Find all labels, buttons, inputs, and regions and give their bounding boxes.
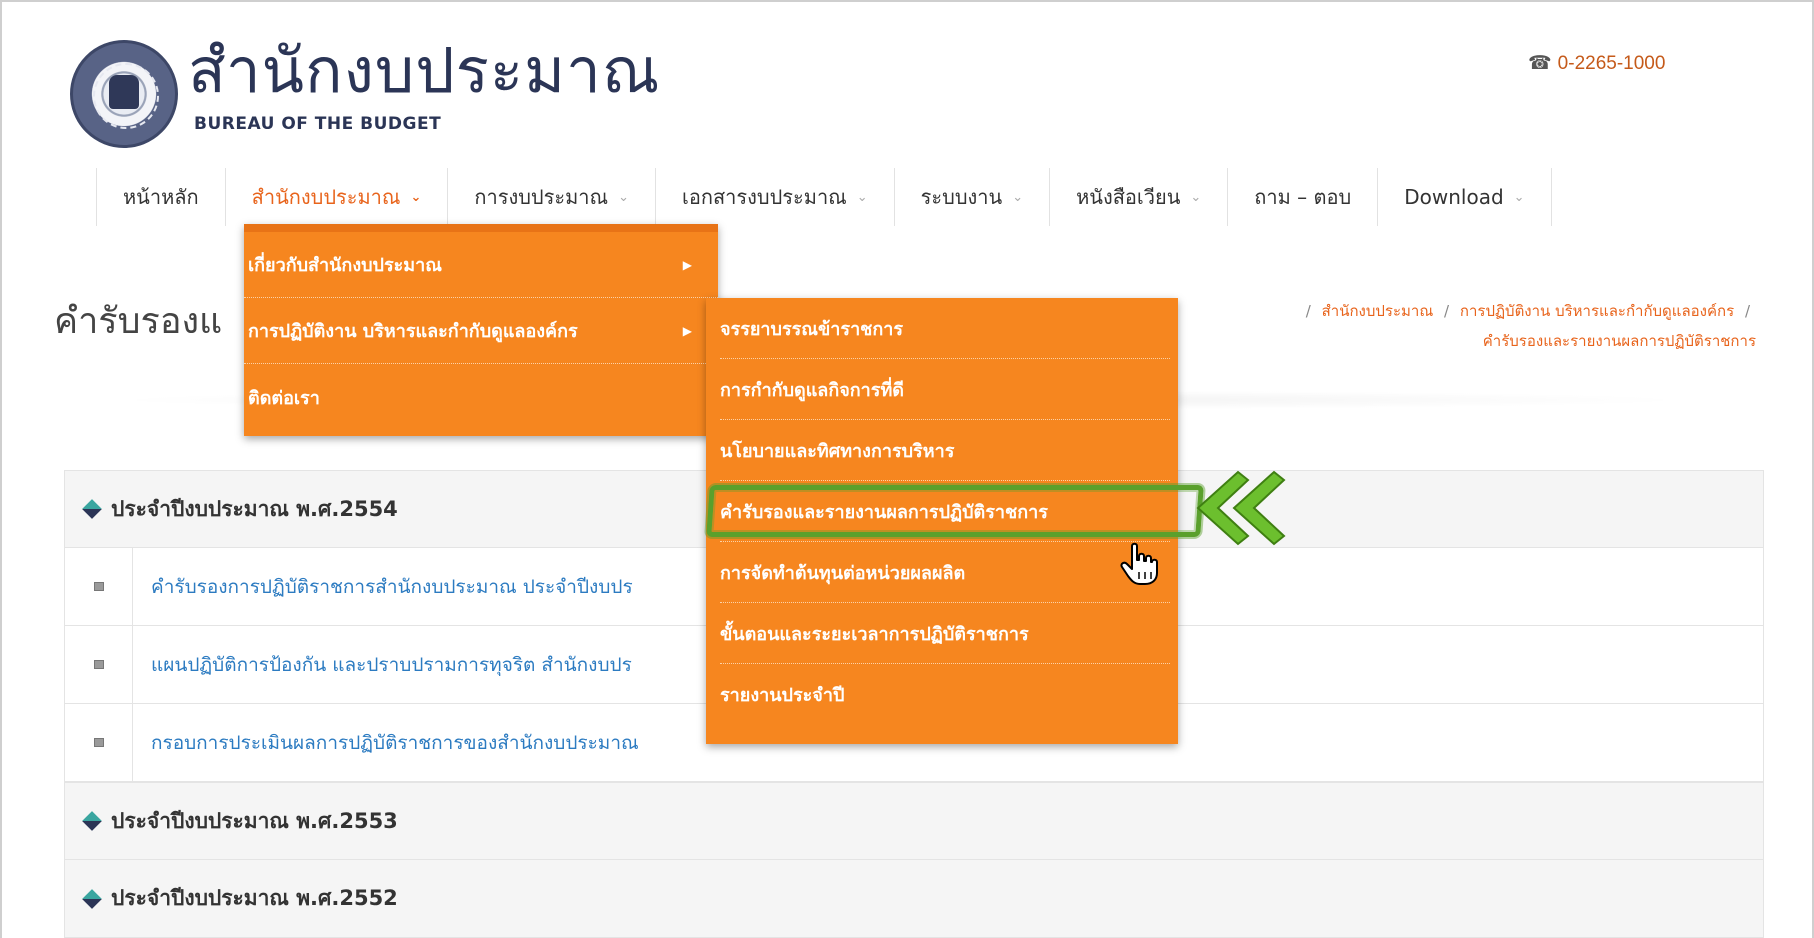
nav-item-bureau[interactable]: สำนักงบประมาณ ⌄ bbox=[226, 168, 449, 226]
diamond-icon bbox=[82, 499, 102, 519]
nav-item-label: หน้าหลัก bbox=[123, 185, 199, 209]
logo-title-thai[interactable]: สำนักงบประมาณ bbox=[188, 40, 660, 102]
submenu-item-code-of-ethics[interactable]: จรรยาบรรณข้าราชการ bbox=[720, 298, 1170, 359]
submenu-item-procedures-timeline[interactable]: ขั้นตอนและระยะเวลาการปฏิบัติราชการ bbox=[720, 603, 1170, 664]
breadcrumb-item-bureau[interactable]: สำนักงบประมาณ bbox=[1322, 302, 1434, 320]
nav-item-label: การงบประมาณ bbox=[474, 185, 609, 209]
phone-number: 0-2265-1000 bbox=[1557, 53, 1666, 74]
bureau-seal-logo[interactable] bbox=[70, 40, 178, 148]
nav-item-budgeting[interactable]: การงบประมาณ ⌄ bbox=[448, 168, 656, 226]
menu-item-label: เกี่ยวกับสำนักงบประมาณ bbox=[248, 255, 442, 276]
menu-item-label: นโยบายและทิศทางการบริหาร bbox=[720, 440, 955, 462]
document-link[interactable]: คำรับรองการปฏิบัติราชการสำนักงบประมาณ ปร… bbox=[133, 572, 633, 602]
bureau-dropdown-menu: เกี่ยวกับสำนักงบประมาณ ▶ การปฏิบัติงาน บ… bbox=[244, 224, 718, 436]
submenu-item-unit-cost[interactable]: การจัดทำต้นทุนต่อหน่วยผลผลิต bbox=[720, 542, 1170, 603]
menu-item-about-bureau[interactable]: เกี่ยวกับสำนักงบประมาณ ▶ bbox=[244, 232, 718, 298]
submenu-item-management-policy[interactable]: นโยบายและทิศทางการบริหาร bbox=[720, 420, 1170, 481]
nav-item-faq[interactable]: ถาม – ตอบ bbox=[1228, 168, 1379, 226]
nav-item-label: สำนักงบประมาณ bbox=[251, 185, 401, 209]
double-chevron-left-annotation-icon bbox=[1196, 470, 1286, 546]
nav-item-label: เอกสารงบประมาณ bbox=[681, 185, 847, 209]
chevron-down-icon: ⌄ bbox=[1190, 189, 1202, 205]
menu-item-label: จรรยาบรรณข้าราชการ bbox=[720, 318, 904, 340]
year-heading-label: ประจำปีงบประมาณ พ.ศ.2553 bbox=[111, 808, 398, 833]
document-link[interactable]: แผนปฏิบัติการป้องกัน และปราบปรามการทุจริ… bbox=[133, 650, 632, 680]
caret-right-icon: ▶ bbox=[682, 323, 692, 338]
menu-item-governance[interactable]: การปฏิบัติงาน บริหารและกำกับดูแลองค์กร ▶ bbox=[244, 298, 718, 364]
page-title: คำรับรองแ bbox=[54, 301, 223, 342]
submenu-item-performance-report[interactable]: คำรับรองและรายงานผลการปฏิบัติราชการ bbox=[720, 481, 1170, 542]
nav-item-systems[interactable]: ระบบงาน ⌄ bbox=[895, 168, 1051, 226]
year-heading-label: ประจำปีงบประมาณ พ.ศ.2554 bbox=[111, 496, 398, 521]
breadcrumb-item-current: คำรับรองและรายงานผลการปฏิบัติราชการ bbox=[1482, 332, 1756, 350]
nav-item-download[interactable]: Download ⌄ bbox=[1378, 168, 1552, 226]
breadcrumb-separator: / bbox=[1444, 302, 1450, 320]
diamond-icon bbox=[82, 888, 102, 909]
nav-item-circulars[interactable]: หนังสือเวียน ⌄ bbox=[1050, 168, 1229, 226]
governance-submenu: จรรยาบรรณข้าราชการ การกำกับดูแลกิจการที่… bbox=[706, 298, 1178, 744]
menu-item-label: การกำกับดูแลกิจการที่ดี bbox=[720, 379, 904, 401]
hand-pointer-cursor-icon bbox=[1120, 542, 1158, 585]
document-bullet-icon bbox=[93, 582, 104, 591]
year-heading-2553[interactable]: ประจำปีงบประมาณ พ.ศ.2553 bbox=[64, 782, 1764, 860]
menu-item-contact[interactable]: ติดต่อเรา bbox=[244, 364, 718, 430]
menu-item-label: การปฏิบัติงาน บริหารและกำกับดูแลองค์กร bbox=[248, 321, 578, 342]
logo-title-english: BUREAU OF THE BUDGET bbox=[194, 114, 442, 134]
breadcrumb-separator: / bbox=[1744, 302, 1750, 320]
year-heading-label: ประจำปีงบประมาณ พ.ศ.2552 bbox=[111, 886, 398, 910]
chevron-down-icon: ⌄ bbox=[410, 189, 422, 205]
chevron-down-icon: ⌄ bbox=[1513, 189, 1525, 205]
bullet-cell bbox=[65, 704, 133, 781]
main-nav: หน้าหลัก สำนักงบประมาณ ⌄ การงบประมาณ ⌄ เ… bbox=[96, 168, 1552, 226]
caret-right-icon: ▶ bbox=[682, 257, 692, 272]
bullet-cell bbox=[65, 548, 133, 625]
menu-item-label: คำรับรองและรายงานผลการปฏิบัติราชการ bbox=[720, 501, 1048, 523]
nav-item-label: ระบบงาน bbox=[920, 185, 1003, 209]
submenu-item-annual-report[interactable]: รายงานประจำปี bbox=[720, 664, 1170, 725]
document-bullet-icon bbox=[93, 660, 104, 669]
bullet-cell bbox=[65, 626, 133, 703]
nav-item-label: หนังสือเวียน bbox=[1076, 185, 1181, 209]
chevron-down-icon: ⌄ bbox=[618, 189, 629, 205]
nav-item-home[interactable]: หน้าหลัก bbox=[96, 168, 226, 226]
document-link[interactable]: กรอบการประเมินผลการปฏิบัติราชการของสำนัก… bbox=[133, 728, 639, 758]
chevron-down-icon: ⌄ bbox=[856, 189, 868, 205]
breadcrumb-item-governance[interactable]: การปฏิบัติงาน บริหารและกำกับดูแลองค์กร bbox=[1460, 302, 1734, 320]
diamond-icon bbox=[82, 811, 102, 831]
phone-contact: ☎ 0-2265-1000 bbox=[1528, 52, 1665, 75]
nav-item-budget-documents[interactable]: เอกสารงบประมาณ ⌄ bbox=[656, 168, 895, 226]
chevron-down-icon: ⌄ bbox=[1012, 189, 1024, 205]
document-bullet-icon bbox=[93, 738, 104, 747]
menu-item-label: ติดต่อเรา bbox=[248, 387, 320, 409]
menu-item-label: การจัดทำต้นทุนต่อหน่วยผลผลิต bbox=[720, 562, 966, 584]
year-heading-2552[interactable]: ประจำปีงบประมาณ พ.ศ.2552 bbox=[64, 860, 1764, 938]
menu-item-label: ขั้นตอนและระยะเวลาการปฏิบัติราชการ bbox=[720, 623, 1029, 645]
breadcrumb-separator: / bbox=[1305, 302, 1311, 320]
menu-item-label: รายงานประจำปี bbox=[720, 685, 845, 706]
nav-item-label: Download bbox=[1404, 185, 1504, 209]
phone-icon: ☎ bbox=[1528, 53, 1552, 74]
submenu-item-good-governance[interactable]: การกำกับดูแลกิจการที่ดี bbox=[720, 359, 1170, 420]
nav-item-label: ถาม – ตอบ bbox=[1254, 185, 1352, 209]
